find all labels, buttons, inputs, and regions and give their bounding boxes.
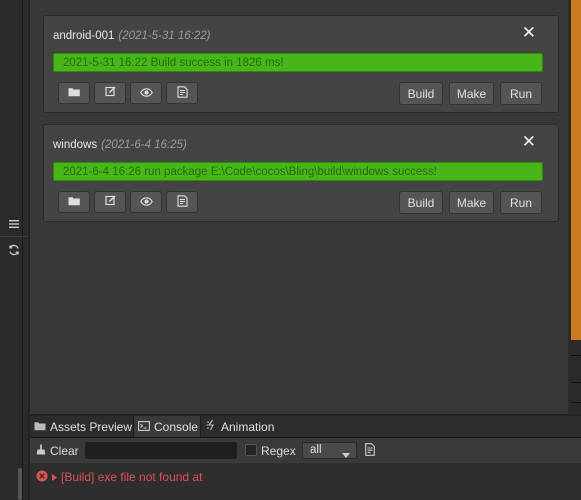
preview-button[interactable] [130,191,162,213]
build-panel: android-001 (2021-5-31 16:22) ✕ 2021-5-31… [30,0,569,414]
task-title: windows (2021-6-4 16:25) [53,139,187,151]
task-status-bar: 2021-6-4 16:26 run package E:\Code\cocos… [53,162,543,181]
clear-label: Clear [50,443,79,458]
left-dock-strip [0,0,28,500]
animation-icon [206,419,217,434]
task-status-bar: 2021-5-31 16:22 Build success in 1826 ms… [53,53,543,72]
edit-icon [104,86,116,100]
build-task-card: android-001 (2021-5-31 16:22) ✕ 2021-5-31… [43,15,559,113]
log-message: [Build] exe file not found at [61,470,203,484]
open-folder-button[interactable] [58,191,90,213]
console-icon [138,420,150,434]
broom-icon [36,444,46,458]
expand-icon[interactable] [52,470,57,484]
task-time: (2021-5-31 16:22) [118,30,211,42]
console-log-row[interactable]: [Build] exe file not found at [36,470,202,484]
log-icon [176,194,188,210]
log-icon [176,85,188,101]
console-log-area: [Build] exe file not found at [30,463,581,500]
eye-icon [139,86,153,100]
run-button[interactable]: Run [500,191,542,214]
task-platform: windows [53,139,98,151]
adjacent-panel-content [571,0,581,340]
eye-icon [139,195,153,209]
bottom-tab-bar: Assets Preview Console Animation [30,416,581,438]
clear-button[interactable]: Clear [36,442,79,459]
edit-config-button[interactable] [94,191,126,213]
file-icon [365,443,375,459]
regex-checkbox[interactable] [245,444,257,456]
task-time: (2021-6-4 16:25) [101,139,187,151]
open-folder-button[interactable] [58,82,90,104]
run-button[interactable]: Run [500,82,542,105]
view-log-button[interactable] [166,82,198,104]
tab-label: Console [154,419,199,434]
regex-label: Regex [261,444,296,458]
log-level-value: all [310,444,322,456]
adjacent-divider [571,382,581,383]
tab-label: Assets Preview [50,419,133,434]
task-title: android-001 (2021-5-31 16:22) [53,30,210,42]
dock-separator [0,236,28,237]
adjacent-panel-edge [568,0,581,414]
open-log-file-button[interactable] [365,443,377,457]
edit-config-button[interactable] [94,82,126,104]
folder-icon [34,420,46,434]
tab-assets-preview[interactable]: Assets Preview [34,416,132,437]
refresh-icon[interactable] [5,241,23,259]
folder-icon [68,86,81,100]
view-log-button[interactable] [166,191,198,213]
adjacent-divider [571,402,581,403]
task-platform: android-001 [53,30,115,42]
tab-animation[interactable]: Animation [206,416,286,437]
preview-button[interactable] [130,82,162,104]
close-icon[interactable]: ✕ [522,132,536,152]
tab-console[interactable]: Console [133,416,201,437]
adjacent-divider [571,355,581,356]
make-button[interactable]: Make [449,191,494,214]
build-task-card: windows (2021-6-4 16:25) ✕ 2021-6-4 16:26… [43,124,559,222]
build-button[interactable]: Build [399,191,443,214]
edit-icon [104,195,116,209]
tab-label: Animation [221,419,275,434]
error-icon [36,470,48,485]
console-toolbar: Clear Regex all [30,438,581,463]
dock-scrollbar[interactable] [18,468,22,500]
menu-icon[interactable] [5,215,23,233]
folder-icon [68,195,81,209]
caret-down-icon [342,448,350,463]
build-button[interactable]: Build [399,82,443,105]
close-icon[interactable]: ✕ [522,23,536,43]
log-level-select[interactable]: all [302,442,357,459]
make-button[interactable]: Make [449,82,494,105]
console-search-input[interactable] [85,442,237,459]
